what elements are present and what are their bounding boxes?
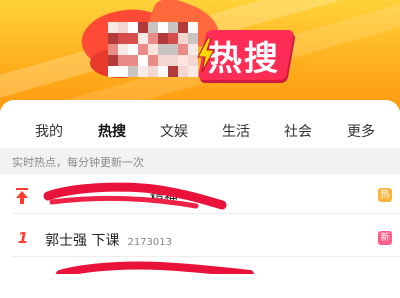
tab-mine[interactable]: 我的	[35, 121, 63, 141]
list-item-title: 精神	[150, 190, 178, 206]
category-tabs: 我的 热搜 文娱 生活 社会 更多	[0, 112, 400, 155]
mosaic-tile	[168, 66, 178, 77]
mosaic-tile	[168, 44, 178, 55]
mosaic-tile	[148, 44, 158, 55]
banner-side-label: 鲜	[114, 67, 124, 77]
mosaic-tile	[158, 55, 168, 66]
mosaic-tile	[108, 44, 118, 55]
hot-badge: 热	[378, 188, 392, 202]
mosaic-tile	[178, 22, 188, 33]
mosaic-tile	[148, 66, 158, 77]
new-badge: 新	[378, 231, 392, 245]
pin-top-arrow-icon	[16, 188, 28, 204]
list-item[interactable]	[0, 262, 400, 298]
mosaic-tile	[118, 22, 128, 33]
mosaic-tile	[188, 22, 198, 33]
heat-count: 2173013	[127, 237, 172, 248]
lightning-icon	[197, 38, 215, 72]
mosaic-tile	[118, 44, 128, 55]
mosaic-tile	[158, 22, 168, 33]
tab-hot-search[interactable]: 热搜	[98, 121, 126, 141]
mosaic-tile	[118, 33, 128, 44]
mosaic-tile	[128, 44, 138, 55]
update-notice-bar: 实时热点，每分钟更新一次	[0, 148, 400, 174]
mosaic-tile	[178, 33, 188, 44]
list-item[interactable]: 1 郭士强 下课 2173013 新	[0, 221, 400, 257]
tab-life[interactable]: 生活	[222, 121, 250, 141]
mosaic-tile	[128, 33, 138, 44]
mosaic-tile	[158, 66, 168, 77]
mosaic-tile	[138, 66, 148, 77]
mosaic-tile	[178, 55, 188, 66]
update-notice: 实时热点，每分钟更新一次	[12, 156, 144, 169]
mosaic-tile	[128, 66, 138, 77]
mosaic-tile	[168, 55, 178, 66]
mosaic-tile	[108, 33, 118, 44]
mosaic-tile	[158, 44, 168, 55]
mosaic-tile	[108, 22, 118, 33]
hot-search-panel: 我的 热搜 文娱 生活 社会 更多 实时热点，每分钟更新一次 精神 热 1 郭士…	[0, 100, 400, 274]
mosaic-tile	[148, 22, 158, 33]
tab-society[interactable]: 社会	[284, 121, 312, 141]
mosaic-tile	[148, 33, 158, 44]
row-divider	[12, 213, 400, 214]
rank-number: 1	[17, 229, 29, 247]
mosaic-tile	[138, 22, 148, 33]
mosaic-tile	[138, 55, 148, 66]
mosaic-tile	[148, 55, 158, 66]
mosaic-tile	[138, 33, 148, 44]
tab-more[interactable]: 更多	[347, 121, 375, 141]
mosaic-tile	[168, 33, 178, 44]
mosaic-tile	[128, 22, 138, 33]
tab-entertainment[interactable]: 文娱	[160, 121, 188, 141]
mosaic-tile	[128, 55, 138, 66]
row-divider	[12, 256, 400, 257]
mosaic-tile	[168, 22, 178, 33]
list-item-title: 郭士强 下课 2173013	[45, 230, 172, 250]
mosaic-tile	[178, 66, 188, 77]
mosaic-tile	[158, 33, 168, 44]
mosaic-tile	[138, 44, 148, 55]
hot-search-banner: 鲜 热搜	[0, 0, 400, 110]
banner-title: 热搜	[208, 38, 280, 79]
list-item-title-text: 郭士强 下课	[45, 233, 120, 249]
mosaic-tile	[178, 44, 188, 55]
list-item[interactable]: 精神 热	[0, 178, 400, 214]
